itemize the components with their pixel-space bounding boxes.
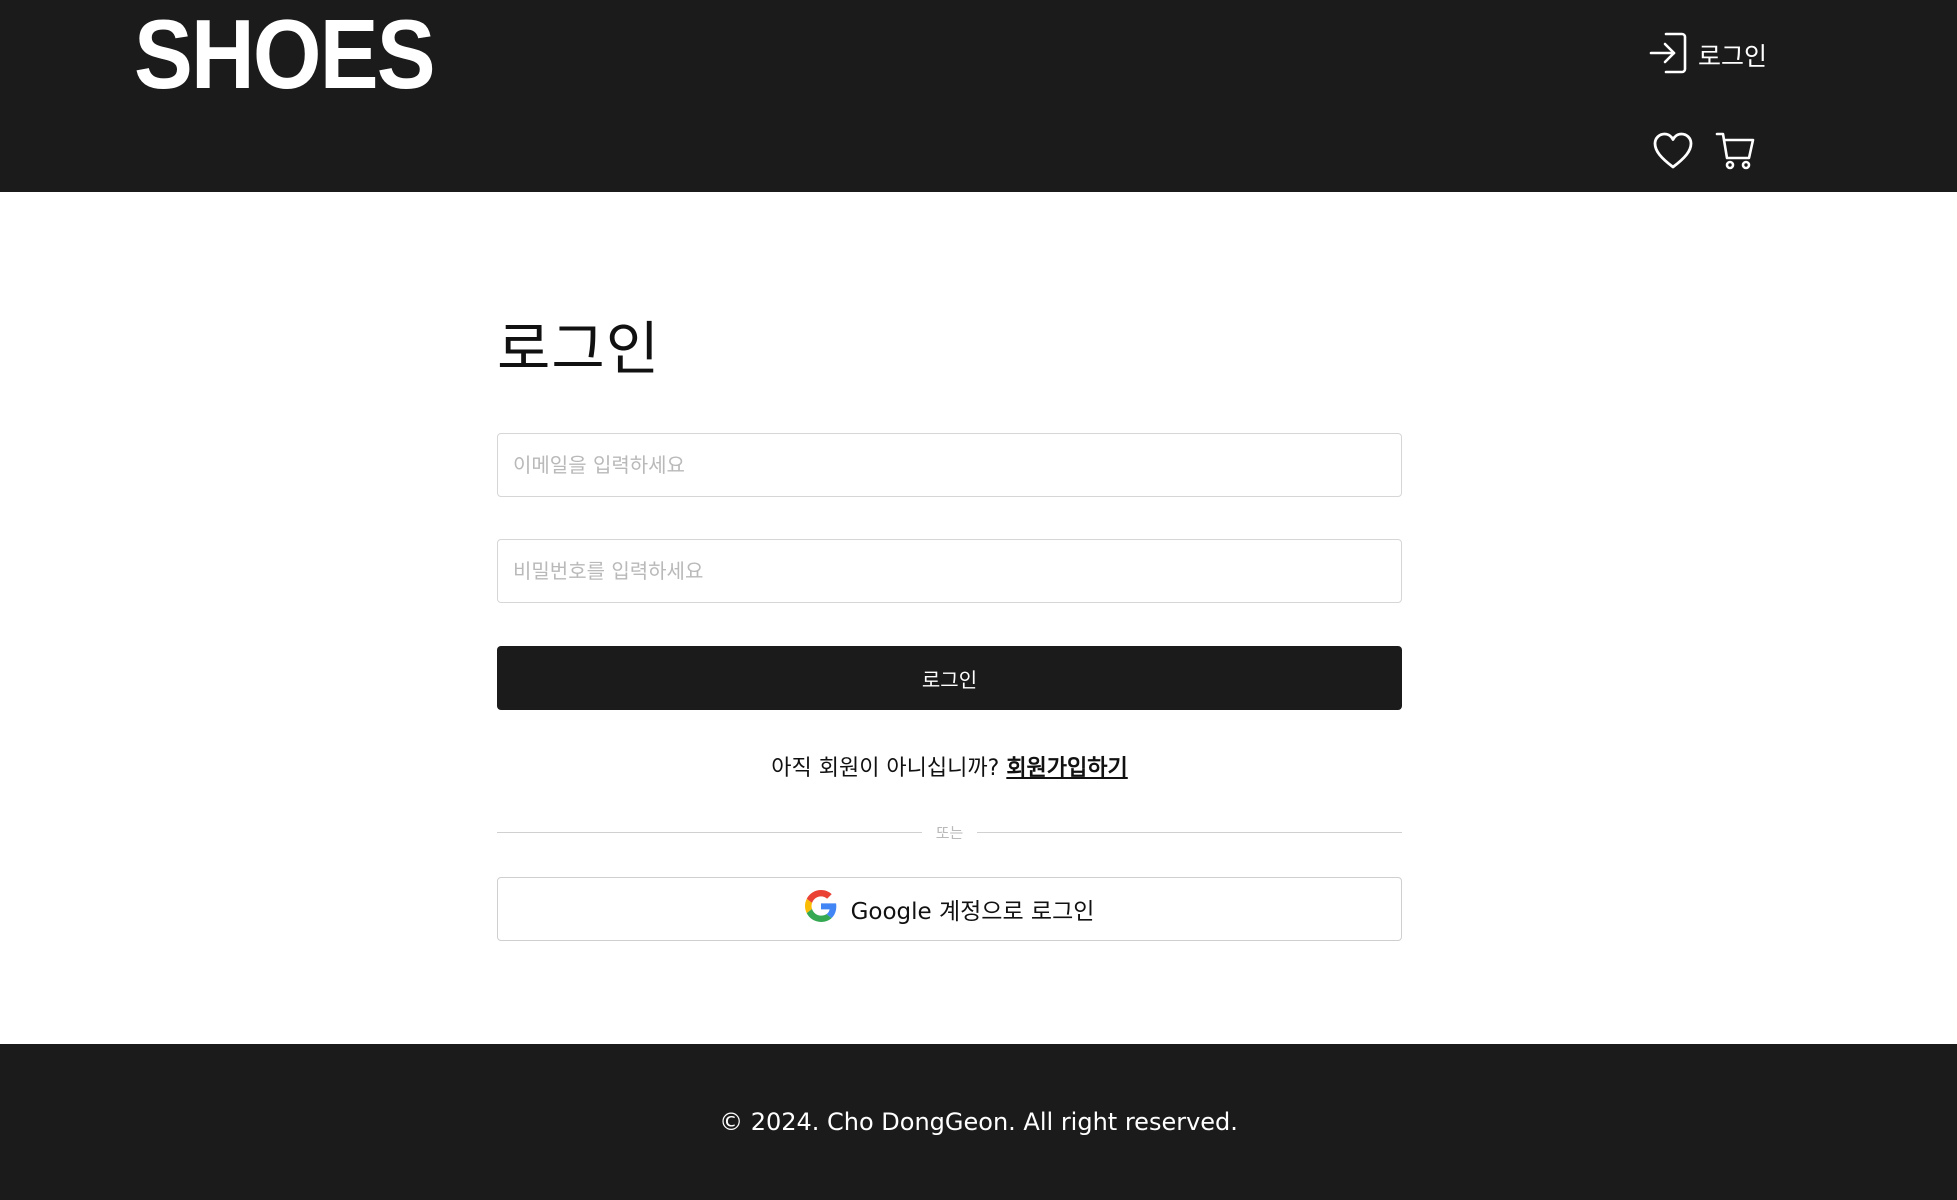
divider-line-left	[497, 831, 922, 833]
site-header: SHOES 로그인	[0, 0, 1957, 192]
site-footer: © 2024. Cho DongGeon. All right reserved…	[0, 1044, 1957, 1200]
header-login-label: 로그인	[1698, 42, 1768, 71]
divider-text: 또는	[935, 823, 964, 842]
cart-icon[interactable]	[1715, 130, 1757, 172]
password-field[interactable]	[497, 539, 1402, 603]
login-section: 로그인 로그인 아직 회원이 아니십니까? 회원가입하기 또는 Google 계…	[497, 192, 1403, 1044]
signup-link[interactable]: 회원가입하기	[1006, 756, 1127, 781]
or-divider: 또는	[497, 820, 1403, 844]
copyright-text: © 2024. Cho DongGeon. All right reserved…	[719, 1108, 1238, 1136]
signup-prompt-row: 아직 회원이 아니십니까? 회원가입하기	[497, 750, 1402, 782]
signup-prompt-text: 아직 회원이 아니십니까?	[771, 756, 1000, 781]
email-field[interactable]	[497, 433, 1402, 497]
google-login-button[interactable]: Google 계정으로 로그인	[497, 877, 1402, 941]
login-arrow-icon	[1648, 31, 1688, 79]
google-login-label: Google 계정으로 로그인	[850, 899, 1095, 925]
site-logo[interactable]: SHOES	[134, 1, 436, 108]
page-title: 로그인	[497, 315, 661, 383]
heart-icon[interactable]	[1652, 130, 1694, 172]
google-logo-icon	[804, 890, 837, 928]
divider-line-right	[977, 831, 1403, 833]
header-login-link[interactable]: 로그인	[1648, 30, 1767, 80]
login-button[interactable]: 로그인	[497, 646, 1402, 710]
